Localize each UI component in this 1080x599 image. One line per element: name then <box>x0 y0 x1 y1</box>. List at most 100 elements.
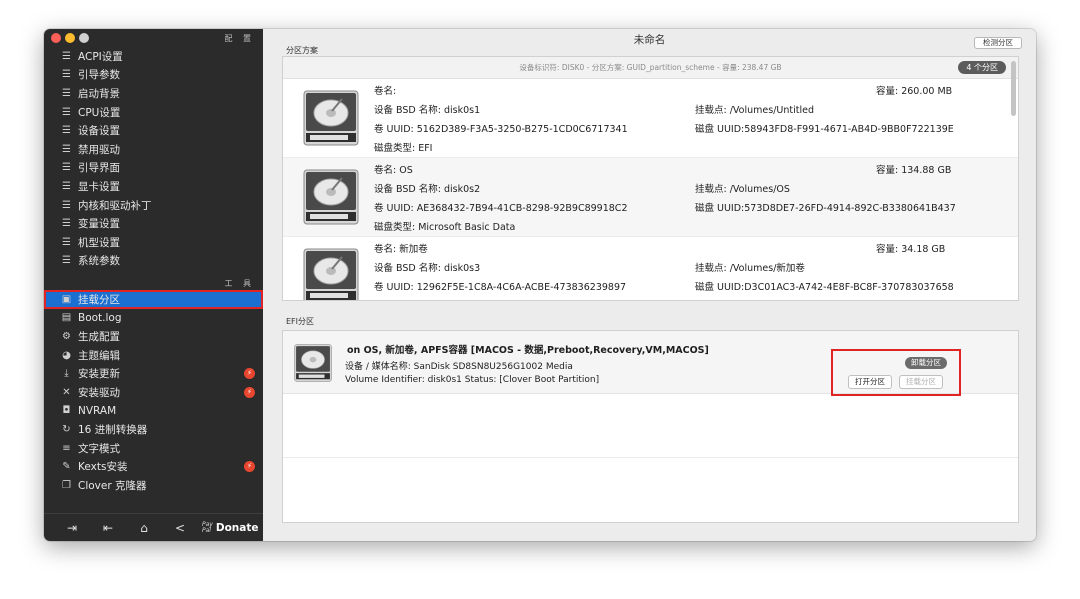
sidebar-item[interactable]: ☰ 启动背景 <box>44 84 263 103</box>
bsd-name: 设备 BSD 名称: disk0s2 <box>374 184 481 195</box>
partition-scheme-label: 分区方案 <box>286 46 318 55</box>
export-icon[interactable]: ⇤ <box>90 521 126 535</box>
list-icon: ☰ <box>62 236 71 248</box>
close-button[interactable] <box>51 33 61 43</box>
sidebar-item-label: 设备设置 <box>78 125 120 138</box>
sidebar-item[interactable]: ☰ 变量设置 <box>44 214 263 233</box>
efi-volume-identifier: Volume Identifier: disk0s1 Status: [Clov… <box>345 375 600 385</box>
efi-section-label: EFI分区 <box>286 317 315 326</box>
sidebar-item-label: 引导参数 <box>78 69 120 82</box>
list-icon: ☰ <box>62 143 71 155</box>
partition-row[interactable]: 卷名: 新加卷 容量: 34.18 GB 设备 BSD 名称: disk0s3 … <box>283 237 1018 300</box>
sidebar-item-label: 机型设置 <box>78 236 120 249</box>
sidebar-item-label: 显卡设置 <box>78 180 120 193</box>
sidebar-item[interactable]: ▤ Boot.log <box>44 309 263 328</box>
sidebar-item[interactable]: ↻ 16 进制转换器 <box>44 420 263 439</box>
main-area: 未命名 检测分区 分区方案 设备标识符: DISK0 - 分区方案: GUID_… <box>263 29 1036 541</box>
sidebar: 配 置 ☰ ACPI设置 ☰ 引导参数 ☰ 启动背景 ☰ CPU设置 ☰ 设备设置 ☰ 禁用驱动 ☰ 引导… <box>44 29 263 541</box>
scrollbar[interactable] <box>1011 61 1016 116</box>
sidebar-item-label: NVRAM <box>78 404 117 417</box>
disk-type: 磁盘类型: EFI <box>374 143 433 154</box>
sidebar-item[interactable]: ✕ 安装驱动 ⚡ <box>44 383 263 402</box>
update-badge-icon: ⚡ <box>244 368 255 380</box>
minimize-button[interactable] <box>65 33 75 43</box>
sidebar-item[interactable]: ◘ NVRAM <box>44 402 263 421</box>
sidebar-item[interactable]: ⤓ 安装更新 ⚡ <box>44 364 263 383</box>
mount-point: 挂载点: /Volumes/Untitled <box>695 105 814 116</box>
partition-row[interactable]: 卷名: OS 容量: 134.88 GB 设备 BSD 名称: disk0s2 … <box>283 158 1018 237</box>
efi-media-name: 设备 / 媒体名称: SanDisk SD8SN8U256G1002 Media <box>345 362 573 372</box>
chip-icon: ◘ <box>62 405 71 417</box>
sidebar-item[interactable]: ☰ ACPI设置 <box>44 47 263 66</box>
volume-uuid: 卷 UUID: 12962F5E-1C8A-4C6A-ACBE-47383623… <box>374 282 627 293</box>
update-badge-icon: ⚡ <box>244 461 255 473</box>
sidebar-item[interactable]: ☰ 禁用驱动 <box>44 140 263 159</box>
sidebar-item[interactable]: ☰ 系统参数 <box>44 252 263 271</box>
sidebar-item[interactable]: ☰ 设备设置 <box>44 121 263 140</box>
efi-partition-row[interactable]: on OS, 新加卷, APFS容器 [MACOS - 数据,Preboot,R… <box>283 331 1018 396</box>
sidebar-item[interactable]: ✎ Kexts安装 ⚡ <box>44 457 263 476</box>
partition-row[interactable]: 卷名: 容量: 260.00 MB 设备 BSD 名称: disk0s1 挂载点… <box>283 79 1018 158</box>
sidebar-item-label: 内核和驱动补丁 <box>78 199 152 212</box>
list-icon: ☰ <box>62 180 71 192</box>
donate-button[interactable]: Pay Pal Donate <box>202 521 259 534</box>
sidebar-item[interactable]: ⚙ 生成配置 <box>44 327 263 346</box>
partition-header: 设备标识符: DISK0 - 分区方案: GUID_partition_sche… <box>283 57 1018 79</box>
sidebar-item[interactable]: ☰ 引导界面 <box>44 159 263 178</box>
volume-name: 卷名: OS <box>374 165 413 176</box>
app-window: 配 置 ☰ ACPI设置 ☰ 引导参数 ☰ 启动背景 ☰ CPU设置 ☰ 设备设置 ☰ 禁用驱动 ☰ 引导… <box>44 29 1036 541</box>
disk-uuid: 磁盘 UUID:573D8DE7-26FD-4914-892C-B3380641… <box>695 203 956 214</box>
list-icon: ☰ <box>62 255 71 267</box>
open-partition-button[interactable]: 打开分区 <box>848 375 892 389</box>
sidebar-item[interactable]: ☰ 引导参数 <box>44 66 263 85</box>
sidebar-item[interactable]: ❐ Clover 克隆器 <box>44 476 263 495</box>
sidebar-bottom-toolbar: ⇥ ⇤ ⌂ < Pay Pal Donate <box>44 513 263 541</box>
sidebar-item[interactable]: ◕ 主题编辑 <box>44 346 263 365</box>
sidebar-item[interactable]: ☰ 显卡设置 <box>44 177 263 196</box>
import-icon[interactable]: ⇥ <box>54 521 90 535</box>
hard-drive-icon <box>294 344 332 382</box>
unmount-button[interactable]: 卸载分区 <box>905 357 947 369</box>
list-icon: ☰ <box>62 50 71 62</box>
mount-partition-button[interactable]: 挂载分区 <box>899 375 943 389</box>
detect-partitions-button[interactable]: 检测分区 <box>974 37 1022 49</box>
sidebar-item[interactable]: ☰ CPU设置 <box>44 103 263 122</box>
zoom-button[interactable] <box>79 33 89 43</box>
disk-uuid: 磁盘 UUID:58943FD8-F991-4671-AB4D-9BB0F722… <box>695 124 954 135</box>
sidebar-item-label: 文字模式 <box>78 442 120 455</box>
volume-uuid: 卷 UUID: 5162D389-F3A5-3250-B275-1CD0C671… <box>374 124 628 135</box>
empty-row <box>283 394 1018 458</box>
brush-icon: ✎ <box>62 461 71 473</box>
sidebar-item-label: CPU设置 <box>78 106 121 119</box>
hard-drive-icon <box>303 169 359 225</box>
hard-drive-icon <box>303 90 359 146</box>
share-icon[interactable]: < <box>162 521 198 535</box>
config-menu: ☰ ACPI设置 ☰ 引导参数 ☰ 启动背景 ☰ CPU设置 ☰ 设备设置 ☰ 禁用驱动 ☰ 引导界面 ☰ 显… <box>44 47 263 270</box>
sidebar-item[interactable]: ▣ 挂载分区 <box>44 290 263 309</box>
section-config-title: 配 置 <box>224 34 255 43</box>
sidebar-item-label: 安装更新 <box>78 368 120 381</box>
update-badge-icon: ⚡ <box>244 386 255 398</box>
bsd-name: 设备 BSD 名称: disk0s1 <box>374 105 481 116</box>
sidebar-item-label: Kexts安装 <box>78 461 128 474</box>
volume-name: 卷名: <box>374 86 397 97</box>
sidebar-item[interactable]: ☰ 内核和驱动补丁 <box>44 196 263 215</box>
sidebar-item[interactable]: ≡ 文字模式 <box>44 439 263 458</box>
home-icon[interactable]: ⌂ <box>126 521 162 535</box>
efi-actions-highlight: 卸载分区 打开分区 挂载分区 <box>831 349 961 396</box>
sidebar-item-label: ACPI设置 <box>78 50 123 63</box>
disk-info-text: 设备标识符: DISK0 - 分区方案: GUID_partition_sche… <box>519 63 782 72</box>
clone-icon: ❐ <box>62 479 71 491</box>
list-icon: ☰ <box>62 218 71 230</box>
partition-list-panel: 设备标识符: DISK0 - 分区方案: GUID_partition_sche… <box>282 56 1019 301</box>
sidebar-item-label: Boot.log <box>78 311 122 324</box>
mount-point: 挂载点: /Volumes/OS <box>695 184 790 195</box>
sidebar-item[interactable]: ☰ 机型设置 <box>44 233 263 252</box>
list-icon: ☰ <box>62 199 71 211</box>
window-controls <box>51 33 89 43</box>
sidebar-item-label: 引导界面 <box>78 162 120 175</box>
tools-menu: ▣ 挂载分区 ▤ Boot.log ⚙ 生成配置 ◕ 主题编辑 ⤓ 安装更新 ⚡ ✕ 安装驱动 ⚡ ◘ NVR… <box>44 290 263 495</box>
efi-panel: on OS, 新加卷, APFS容器 [MACOS - 数据,Preboot,R… <box>282 330 1019 523</box>
volume-uuid: 卷 UUID: AE368432-7B94-41CB-8298-92B9C899… <box>374 203 628 214</box>
list-icon: ☰ <box>62 69 71 81</box>
